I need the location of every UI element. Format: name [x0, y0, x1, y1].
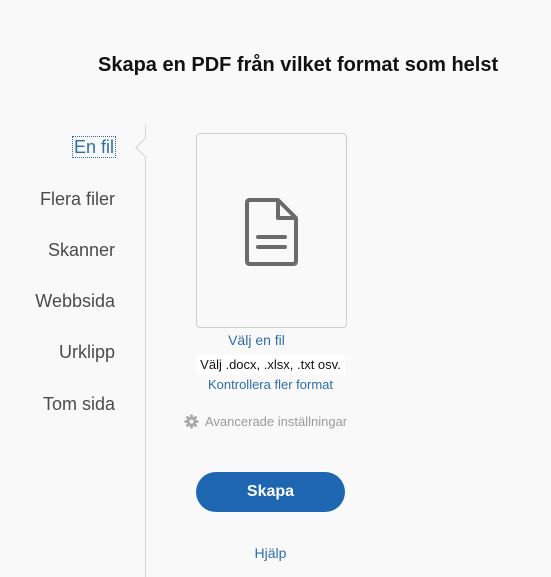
nav-item-scanner[interactable]: Skanner	[48, 240, 115, 261]
gear-icon	[184, 414, 199, 429]
advanced-settings-link[interactable]: Avancerade inställningar	[184, 414, 347, 429]
nav-item-blank-page[interactable]: Tom sida	[43, 394, 115, 415]
nav-item-single-file[interactable]: En fil	[71, 136, 117, 158]
more-formats-link[interactable]: Kontrollera fler format	[196, 377, 345, 392]
file-dropzone[interactable]	[196, 133, 347, 328]
nav-item-clipboard[interactable]: Urklipp	[59, 342, 115, 363]
active-nav-pointer	[135, 138, 154, 157]
page-title: Skapa en PDF från vilket format som hels…	[98, 54, 499, 76]
create-button[interactable]: Skapa	[196, 472, 345, 512]
choose-file-link[interactable]: Välj en fil	[196, 332, 317, 348]
nav-item-webpage[interactable]: Webbsida	[35, 291, 115, 312]
supported-formats-hint: Välj .docx, .xlsx, .txt osv.	[196, 355, 345, 375]
document-icon	[245, 198, 298, 266]
advanced-settings-label: Avancerade inställningar	[205, 414, 348, 429]
nav-item-multiple-files[interactable]: Flera filer	[40, 189, 115, 210]
nav-divider	[145, 124, 146, 577]
help-link[interactable]: Hjälp	[196, 545, 345, 561]
